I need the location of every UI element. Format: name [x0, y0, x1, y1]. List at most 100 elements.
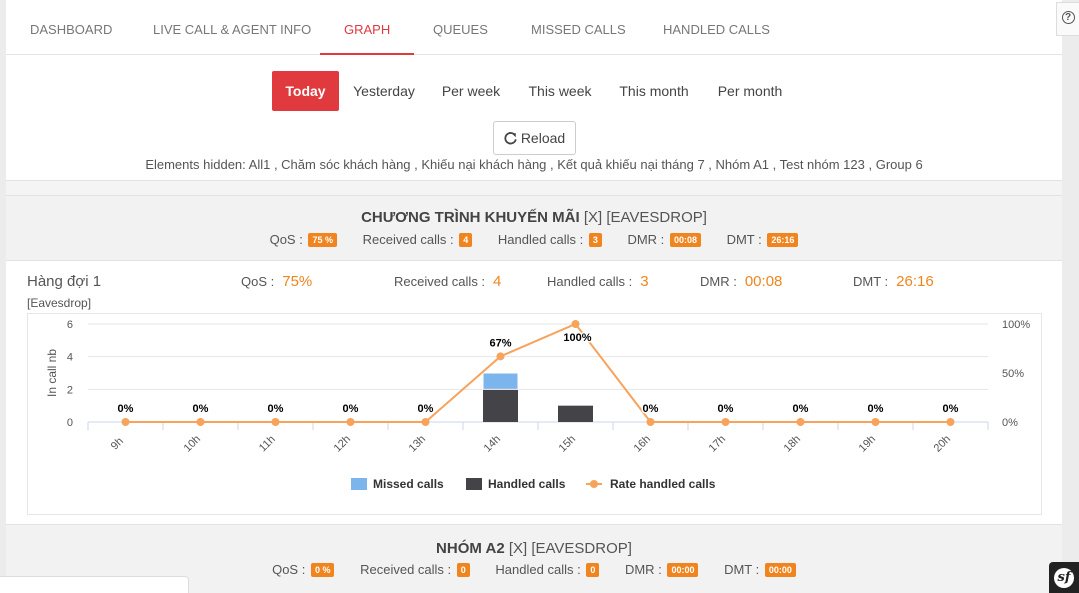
y-tick-label: 6 — [67, 319, 73, 331]
handled-badge: 3 — [588, 233, 602, 247]
chart-container: 0 2 4 6 0% 50% 100% In call nb 9h 10h 11h 12h 13h 14h… — [27, 313, 1042, 515]
queue-received-value: 4 — [493, 273, 502, 290]
tab-live-call-agent-info[interactable]: LIVE CALL & AGENT INFO — [153, 0, 311, 55]
tab-bar: DASHBOARD LIVE CALL & AGENT INFO GRAPH Q… — [6, 0, 1062, 55]
symfony-logo-icon: sf — [1054, 568, 1074, 588]
dmr-stat: DMR : 00:00 — [625, 562, 699, 577]
x-tick-label: 12h — [332, 433, 353, 454]
handled-label: Handled calls : — [495, 562, 581, 577]
rate-line — [125, 322, 951, 423]
queue-qos-label: QoS : — [241, 274, 275, 289]
y2-tick-label: 100% — [1002, 319, 1030, 331]
x-tick-label: 20h — [932, 433, 953, 454]
dmr-label: DMR : — [624, 562, 662, 577]
dmt-stat: DMT : 00:00 — [724, 562, 796, 577]
x-tick-label: 19h — [857, 433, 878, 454]
dmt-stat: DMT : 26:16 — [727, 232, 799, 247]
tab-dashboard[interactable]: DASHBOARD — [30, 0, 112, 55]
rate-data-label: 0% — [718, 403, 734, 415]
rate-data-label: 67% — [489, 337, 511, 349]
rate-point — [271, 418, 280, 426]
y-tick-label: 0 — [67, 417, 73, 429]
y-tick-label: 2 — [67, 384, 73, 396]
debug-toolbar-button[interactable]: sf — [1049, 562, 1079, 593]
x-tick-label: 15h — [557, 433, 578, 454]
period-per-week[interactable]: Per week — [438, 71, 504, 111]
y-tick-label: 4 — [67, 352, 73, 364]
tab-graph[interactable]: GRAPH — [320, 0, 415, 55]
x-tick-label: 9h — [109, 435, 126, 452]
rate-point — [346, 418, 355, 426]
y-axis-title: In call nb — [45, 349, 59, 397]
queue-dmr: DMR : 00:08 — [700, 273, 782, 290]
refresh-icon — [504, 131, 517, 144]
period-yesterday[interactable]: Yesterday — [349, 71, 419, 111]
hidden-elements-text: Elements hidden: All1 , Chăm sóc khách h… — [145, 157, 923, 172]
dmt-badge: 26:16 — [767, 233, 799, 247]
received-label: Received calls : — [360, 562, 452, 577]
section-divider — [6, 180, 1062, 196]
queue-received-label: Received calls : — [394, 274, 486, 289]
handled-label: Handled calls : — [497, 232, 584, 247]
queue-dmr-value: 00:08 — [744, 273, 783, 290]
tab-handled-calls[interactable]: HANDLED CALLS — [663, 0, 770, 55]
calls-chart: 0 2 4 6 0% 50% 100% In call nb 9h 10h 11h 12h 13h 14h… — [45, 319, 1030, 491]
queue-handled-label: Handled calls : — [547, 274, 633, 289]
dmr-stat: DMR : 00:08 — [627, 232, 701, 247]
period-this-month[interactable]: This month — [614, 71, 694, 111]
tab-queues[interactable]: QUEUES — [433, 0, 488, 55]
dmt-badge: 00:00 — [764, 563, 796, 577]
queue-dmr-label: DMR : — [700, 274, 737, 289]
queue-name: Hàng đợi 1 — [27, 273, 102, 290]
rate-data-label: 0% — [343, 403, 359, 415]
section-title-1: CHƯƠNG TRÌNH KHUYẾN MÃI [X] [EAVESDROP] — [6, 209, 1062, 226]
y2-tick-label: 0% — [1002, 417, 1018, 429]
reload-button[interactable]: Reload — [493, 121, 576, 155]
qos-badge: 0 % — [310, 563, 335, 577]
section-suffix[interactable]: [X] [EAVESDROP] — [505, 540, 632, 557]
y2-tick-label: 50% — [1002, 368, 1024, 380]
qos-stat: QoS : 0 % — [272, 562, 335, 577]
legend-swatch-handled — [466, 478, 482, 490]
received-badge: 4 — [459, 233, 473, 247]
bottom-panel-tab[interactable] — [0, 576, 189, 593]
x-tick-label: 11h — [257, 433, 278, 454]
received-stat: Received calls : 0 — [360, 562, 470, 577]
reload-label: Reload — [520, 130, 566, 146]
tab-missed-calls[interactable]: MISSED CALLS — [531, 0, 626, 55]
rate-point — [496, 352, 505, 361]
queue-handled-value: 3 — [640, 273, 649, 290]
queue-received: Received calls : 4 — [394, 273, 501, 290]
queue-qos-value: 75% — [282, 273, 313, 290]
dmr-badge: 00:00 — [667, 563, 699, 577]
qos-label: QoS : — [269, 232, 303, 247]
queue-dmt-value: 26:16 — [896, 273, 934, 290]
section-name: CHƯƠNG TRÌNH KHUYẾN MÃI — [361, 209, 580, 226]
x-tick-label: 16h — [632, 433, 653, 454]
section-stats-2: QoS : 0 % Received calls : 0 Handled cal… — [6, 562, 1062, 577]
help-button[interactable]: ? — [1056, 2, 1079, 36]
rate-data-label: 0% — [643, 403, 659, 415]
section-suffix[interactable]: [X] [EAVESDROP] — [580, 209, 707, 226]
rate-data-label: 0% — [268, 403, 284, 415]
period-this-week[interactable]: This week — [524, 71, 596, 111]
received-badge: 0 — [456, 563, 470, 577]
queue-qos: QoS : 75% — [241, 273, 312, 290]
dmr-label: DMR : — [627, 232, 665, 247]
rate-data-label: 0% — [868, 403, 884, 415]
legend-label-missed: Missed calls — [373, 477, 444, 491]
period-today[interactable]: Today — [272, 71, 339, 111]
handled-bar — [558, 405, 593, 422]
handled-bar — [483, 389, 518, 422]
x-tick-label: 13h — [407, 433, 428, 454]
rate-point — [196, 418, 205, 426]
period-per-month[interactable]: Per month — [712, 71, 788, 111]
section-title-2: NHÓM A2 [X] [EAVESDROP] — [6, 540, 1062, 557]
queue-eavesdrop-link[interactable]: [Eavesdrop] — [27, 296, 91, 310]
rate-point — [946, 418, 955, 426]
queue-dmt-label: DMT : — [853, 274, 889, 289]
main-panel: DASHBOARD LIVE CALL & AGENT INFO GRAPH Q… — [6, 0, 1062, 593]
rate-data-label: 0% — [193, 403, 209, 415]
legend-swatch-missed — [351, 478, 367, 490]
rate-point — [646, 418, 655, 426]
